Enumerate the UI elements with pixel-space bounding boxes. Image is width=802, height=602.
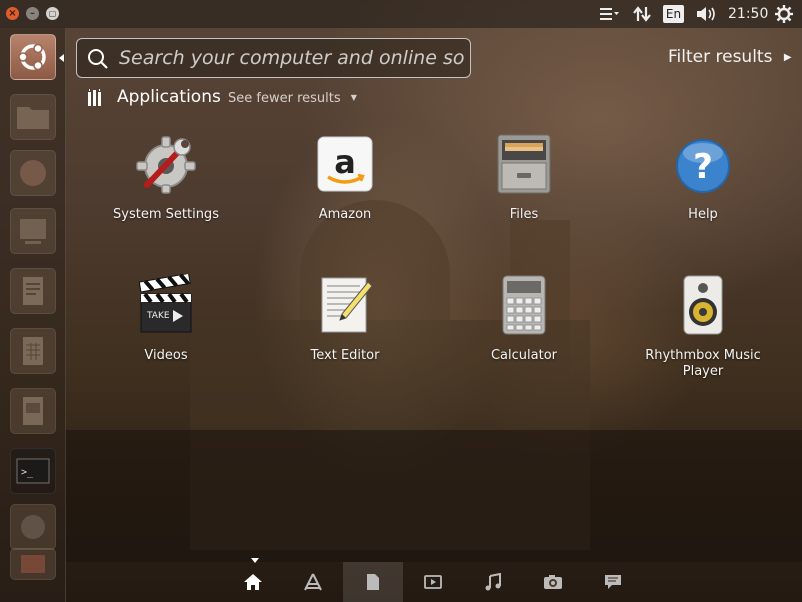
help-icon: ? (672, 133, 734, 195)
menu-icon[interactable] (598, 4, 620, 24)
spreadsheet-icon (23, 337, 43, 365)
lens-files[interactable] (343, 562, 403, 602)
volume-icon[interactable] (694, 4, 718, 24)
clock[interactable]: 21:50 (728, 4, 768, 24)
launcher-dash-home[interactable] (10, 34, 56, 80)
app-rhythmbox[interactable]: Rhythmbox Music Player (623, 274, 783, 380)
settings-icon (135, 133, 197, 195)
text-editor-icon (314, 274, 376, 336)
app-text-editor[interactable]: Text Editor (265, 274, 425, 364)
search-input[interactable] (117, 43, 466, 73)
lens-video[interactable] (403, 562, 463, 602)
launcher-browser[interactable] (10, 150, 56, 196)
filter-results-button[interactable]: Filter results ▶ (668, 47, 792, 67)
app-label: Calculator (490, 348, 557, 363)
app-label: Text Editor (310, 348, 380, 363)
lens-music[interactable] (463, 562, 523, 602)
browser-icon (20, 160, 46, 186)
lens-home[interactable] (223, 562, 283, 602)
workspace-icon (20, 219, 46, 244)
app-label: Videos (144, 348, 188, 363)
amazon-icon: a (314, 133, 376, 195)
see-fewer-label: See fewer results (228, 91, 341, 106)
gear-icon[interactable] (775, 4, 793, 24)
top-panel: × – ▢ En 21:50 (0, 0, 802, 28)
launcher-terminal[interactable]: >_ (10, 448, 56, 494)
video-icon (424, 575, 442, 589)
app-videos[interactable]: TAKE Videos (86, 272, 246, 364)
app-help[interactable]: ? Help (623, 133, 783, 223)
home-icon (244, 574, 262, 590)
lens-social[interactable] (583, 562, 643, 602)
svg-text:>_: >_ (21, 467, 34, 478)
launcher-workspace[interactable] (10, 208, 56, 254)
app-label: System Settings (113, 207, 219, 222)
app-calculator[interactable]: Calculator (444, 274, 604, 364)
lens-bar (65, 558, 802, 602)
filter-results-label: Filter results (668, 47, 773, 67)
keyboard-layout-indicator[interactable]: En (663, 5, 684, 23)
see-fewer-results-toggle[interactable]: See fewer results ▼ (228, 91, 357, 106)
app-label: Amazon (318, 207, 372, 222)
app-amazon[interactable]: a Amazon (265, 133, 425, 223)
ubuntu-logo-icon (18, 43, 46, 71)
launcher-writer[interactable] (10, 268, 56, 314)
svg-text:TAKE: TAKE (146, 311, 170, 321)
svg-text:a: a (334, 143, 356, 181)
chevron-down-icon: ▼ (350, 93, 357, 102)
background-trees (65, 430, 802, 562)
section-title: Applications (117, 87, 221, 107)
app-label: Files (509, 207, 539, 222)
system-icon (21, 515, 45, 539)
launcher: >_ (0, 28, 66, 602)
launcher-impress[interactable] (10, 388, 56, 434)
launcher-calc[interactable] (10, 328, 56, 374)
photo-icon (544, 575, 562, 589)
app-label: Help (688, 207, 718, 222)
files-icon (493, 133, 555, 195)
rhythmbox-icon (672, 274, 734, 336)
music-icon (485, 573, 501, 591)
writer-icon (23, 277, 43, 305)
svg-text:?: ? (693, 147, 713, 187)
social-icon (605, 575, 621, 589)
launcher-files[interactable] (10, 94, 56, 140)
videos-icon: TAKE (135, 272, 197, 336)
search-box[interactable] (76, 38, 471, 78)
lens-applications[interactable] (283, 562, 343, 602)
search-icon (88, 49, 108, 69)
app-system-settings[interactable]: System Settings (86, 133, 246, 223)
chevron-right-icon: ▶ (783, 52, 792, 63)
network-icon[interactable] (632, 4, 652, 24)
applications-category-icon (87, 88, 105, 112)
minimize-icon[interactable]: – (26, 7, 39, 20)
presentation-icon (23, 397, 43, 425)
close-icon[interactable]: × (6, 7, 19, 20)
launcher-system[interactable] (10, 504, 56, 550)
launcher-software-center[interactable] (10, 548, 56, 580)
active-indicator (59, 54, 64, 62)
terminal-icon: >_ (16, 458, 50, 484)
software-center-icon (21, 555, 45, 573)
app-files[interactable]: Files (444, 133, 604, 223)
applications-icon (304, 573, 322, 591)
folder-icon (17, 107, 49, 129)
maximize-icon[interactable]: ▢ (46, 7, 59, 20)
lens-photo[interactable] (523, 562, 583, 602)
app-label: Rhythmbox Music Player (645, 348, 761, 379)
files-icon (367, 574, 379, 590)
calculator-icon (493, 274, 555, 336)
